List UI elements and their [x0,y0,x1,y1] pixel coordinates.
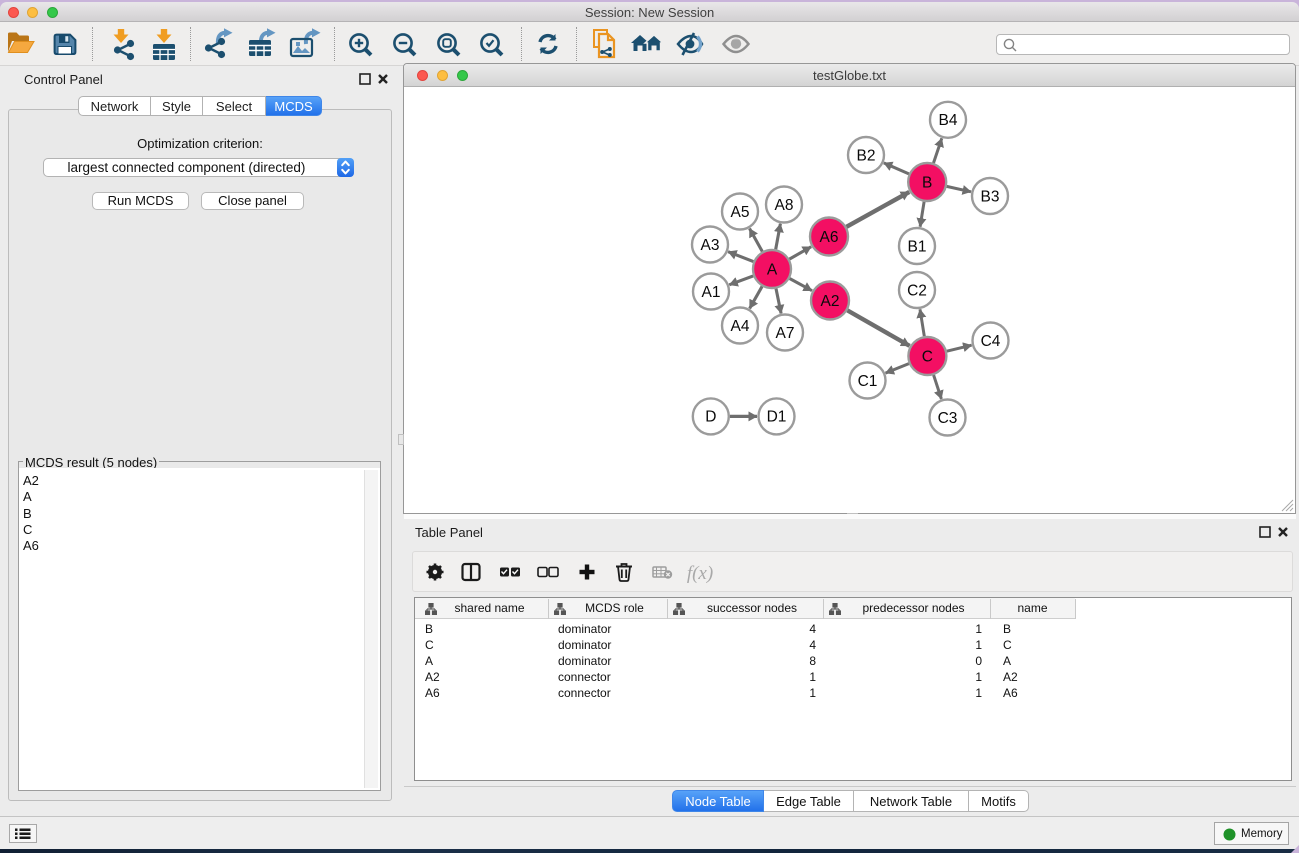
svg-text:B4: B4 [939,112,958,129]
svg-text:B2: B2 [857,147,876,164]
svg-text:A4: A4 [731,318,750,335]
svg-text:C: C [922,348,933,365]
svg-text:B3: B3 [981,188,1000,205]
svg-text:C2: C2 [907,282,927,299]
svg-text:D1: D1 [767,409,787,426]
svg-text:A: A [767,261,778,278]
svg-text:A6: A6 [820,229,839,246]
svg-text:B1: B1 [908,238,927,255]
svg-text:B: B [922,174,932,191]
svg-text:D: D [705,409,716,426]
svg-text:A3: A3 [701,237,720,254]
svg-text:A7: A7 [776,325,795,342]
svg-text:A8: A8 [775,197,794,214]
svg-text:C3: C3 [938,410,958,427]
svg-text:f(x): f(x) [687,563,713,584]
svg-text:A1: A1 [702,284,721,301]
svg-text:A2: A2 [821,293,840,310]
svg-text:C4: C4 [981,333,1001,350]
svg-text:C1: C1 [858,373,878,390]
svg-text:A5: A5 [731,204,750,221]
